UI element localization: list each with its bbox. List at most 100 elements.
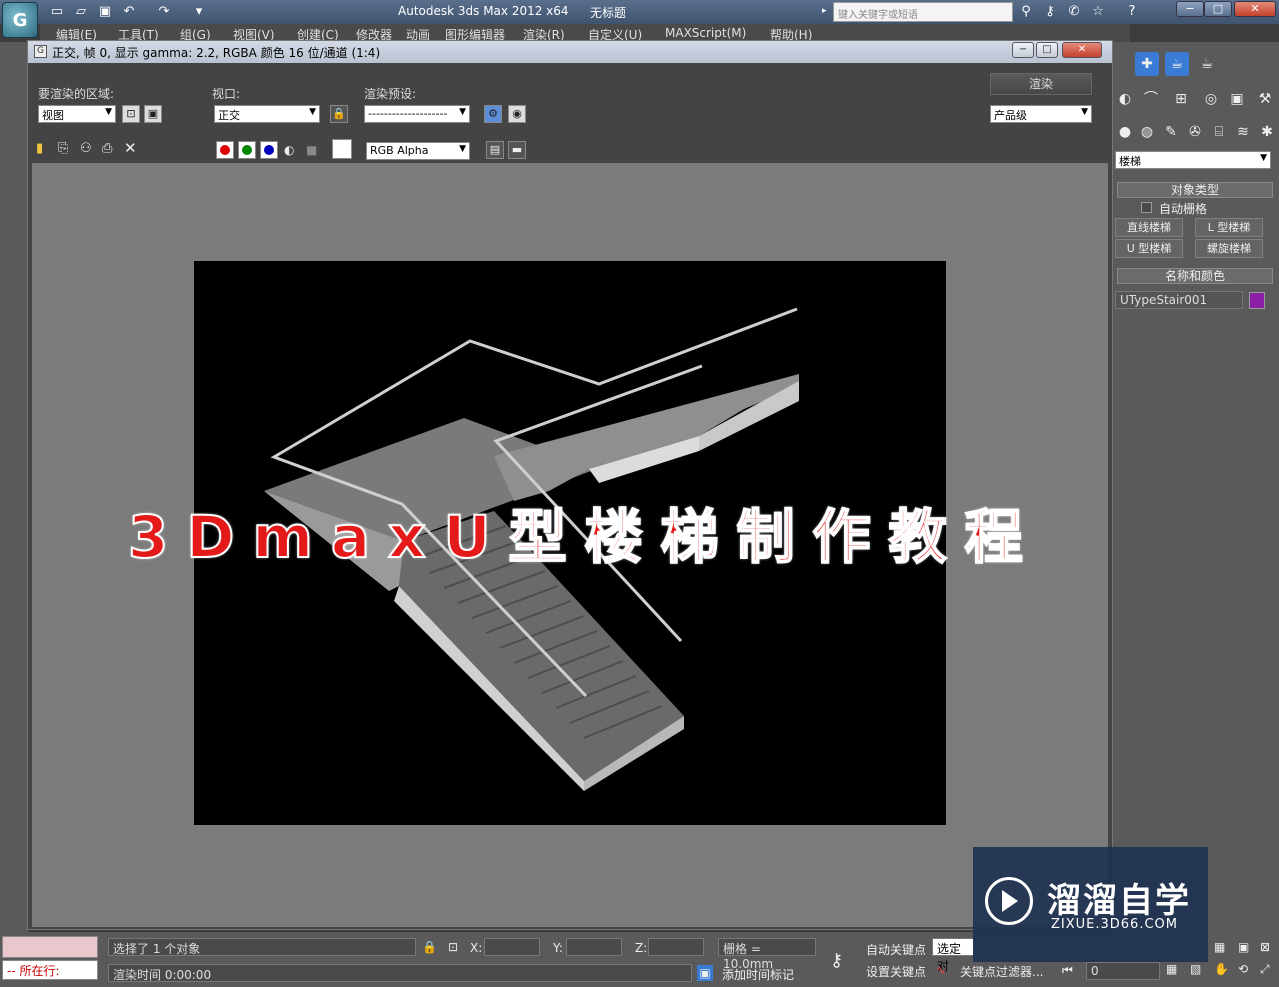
undo-icon[interactable]: ↶ (120, 3, 138, 20)
maxscript-listener-box[interactable] (2, 936, 98, 958)
open-file-icon[interactable]: ▱ (72, 3, 90, 20)
search-input[interactable]: 键入关键字或短语 (833, 2, 1013, 22)
zoom-region-icon[interactable]: ▦ (1214, 940, 1225, 954)
communication-icon[interactable]: ✆ (1064, 2, 1084, 22)
lights-icon[interactable]: ✎ (1159, 120, 1183, 144)
modify-curve-icon[interactable]: ⌒ (1139, 87, 1163, 111)
channel-display-value: RGB Alpha (370, 144, 429, 157)
render-window-minimize-button[interactable]: − (1012, 42, 1034, 58)
key-icon[interactable]: ⚷ (830, 950, 843, 971)
render-setup-icon[interactable]: ⚙ (484, 105, 502, 123)
auto-grid-checkbox[interactable] (1141, 202, 1152, 213)
key-filters-button[interactable]: 关键点过滤器... (960, 963, 1043, 980)
area-to-render-dropdown[interactable]: 视图 ▼ (38, 105, 116, 123)
app-logo-button[interactable]: G (2, 2, 38, 38)
create-tab-icon[interactable]: ✚ (1135, 52, 1159, 76)
helpers-icon[interactable]: ⌸ (1207, 120, 1231, 144)
edit-region-icon[interactable]: ⊡ (122, 105, 140, 123)
render-window-close-button[interactable]: ✕ (1062, 42, 1102, 58)
copy-image-icon[interactable]: ⎘ (58, 141, 68, 156)
time-tag-icon[interactable]: ▣ (697, 965, 713, 981)
viewport-value: 正交 (218, 109, 240, 122)
category-dropdown[interactable]: 楼梯 ▼ (1115, 151, 1271, 169)
add-time-tag-button[interactable]: 添加时间标记 (722, 966, 794, 983)
lock-icon[interactable]: 🔒 (330, 105, 348, 123)
favorites-star-icon[interactable]: ☆ (1088, 2, 1108, 22)
help-icon[interactable]: ? (1122, 2, 1142, 22)
orbit-icon[interactable]: ⟲ (1238, 962, 1248, 976)
go-to-start-icon[interactable]: ⏮ (1062, 963, 1073, 978)
close-button[interactable]: ✕ (1234, 1, 1276, 17)
field-of-view-icon[interactable]: ⊠ (1260, 940, 1270, 954)
viewport-dropdown[interactable]: 正交 ▼ (214, 105, 320, 123)
y-coordinate-input[interactable] (566, 938, 622, 956)
spiral-stair-button[interactable]: 螺旋楼梯 (1195, 239, 1263, 258)
curve-icon[interactable]: ∿ (936, 963, 946, 977)
absolute-mode-icon[interactable]: ⊡ (448, 940, 458, 954)
zoom-extents-icon[interactable]: ▧ (1190, 962, 1201, 976)
l-type-stair-button[interactable]: L 型楼梯 (1195, 218, 1263, 237)
blue-channel-toggle[interactable] (260, 141, 278, 159)
zoom-all-icon[interactable]: ▣ (1238, 940, 1249, 954)
object-color-swatch[interactable] (1249, 292, 1265, 309)
toggle-ui-icon[interactable]: ▬ (508, 141, 526, 159)
new-file-icon[interactable]: ▭ (48, 3, 66, 20)
object-type-rollout[interactable]: 对象类型 (1117, 182, 1273, 198)
x-coordinate-input[interactable] (484, 938, 540, 956)
subscription-icon[interactable]: ⚷ (1040, 2, 1060, 22)
render-preset-label: 渲染预设: (364, 87, 417, 101)
minimize-button[interactable]: − (1176, 1, 1204, 17)
color-swatch[interactable] (332, 139, 352, 159)
monochrome-icon[interactable]: ■ (306, 143, 317, 157)
selection-lock-icon[interactable]: 🔒 (422, 940, 437, 954)
customize-dropdown-icon[interactable]: ▾ (190, 3, 208, 20)
alpha-toggle-icon[interactable]: ◐ (284, 143, 294, 157)
hierarchy-icon[interactable]: ⊞ (1169, 87, 1193, 111)
straight-stair-button[interactable]: 直线楼梯 (1115, 218, 1183, 237)
environment-icon[interactable]: ◉ (508, 105, 526, 123)
cameras-icon[interactable]: ✇ (1183, 120, 1207, 144)
object-name-input[interactable]: UTypeStair001 (1115, 291, 1243, 309)
channel-display-dropdown[interactable]: RGB Alpha ▼ (366, 142, 470, 160)
render-quality-dropdown[interactable]: 产品级 ▼ (990, 105, 1092, 123)
display-icon[interactable]: ▣ (1225, 87, 1249, 111)
key-selection-dropdown[interactable]: 选定对 (932, 938, 974, 973)
render-preset-dropdown[interactable]: -------------------- ▼ (364, 105, 470, 123)
auto-region-icon[interactable]: ▣ (144, 105, 162, 123)
green-channel-dot (242, 145, 252, 155)
pan-hand-icon[interactable]: ✋ (1214, 962, 1229, 976)
clear-icon[interactable]: ✕ (124, 139, 137, 157)
toggle-ui-overlay-icon[interactable]: ▤ (486, 141, 504, 159)
binoculars-icon[interactable]: ⚲ (1016, 2, 1036, 22)
current-frame-input[interactable]: 0 (1086, 962, 1160, 980)
shapes-icon[interactable]: ◍ (1135, 120, 1159, 144)
spacewarps-icon[interactable]: ≋ (1231, 120, 1255, 144)
name-color-rollout[interactable]: 名称和颜色 (1117, 268, 1273, 284)
time-config-icon[interactable]: ▦ (1166, 962, 1177, 976)
redo-icon[interactable]: ↷ (155, 3, 173, 20)
save-icon[interactable]: ▣ (96, 3, 114, 20)
print-icon[interactable]: ⎙ (102, 141, 112, 156)
search-expand-icon[interactable]: ▸ (822, 6, 827, 16)
menu-maxscript[interactable]: MAXScript(M) (665, 26, 746, 40)
utilities-hammer-icon[interactable]: ⚒ (1253, 87, 1277, 111)
render-window-maximize-button[interactable]: □ (1036, 42, 1058, 58)
maxscript-mini-listener[interactable]: -- 所在行: (2, 960, 98, 980)
motion-icon[interactable]: ◎ (1199, 87, 1223, 111)
maximize-button[interactable]: □ (1204, 1, 1232, 17)
geometry-icon[interactable]: ◐ (1113, 87, 1137, 111)
maximize-viewport-icon[interactable]: ⤢ (1260, 962, 1270, 977)
systems-icon[interactable]: ✱ (1255, 120, 1279, 144)
red-channel-toggle[interactable] (216, 141, 234, 159)
teapot-modify-icon[interactable]: ☕ (1195, 52, 1219, 76)
teapot-icon[interactable]: ☕ (1165, 52, 1189, 76)
geometry-sphere-icon[interactable]: ● (1113, 120, 1137, 144)
auto-key-button[interactable]: 自动关键点 (866, 941, 926, 958)
set-key-button[interactable]: 设置关键点 (866, 963, 926, 980)
green-channel-toggle[interactable] (238, 141, 256, 159)
render-button[interactable]: 渲染 (990, 73, 1092, 95)
z-coordinate-input[interactable] (648, 938, 704, 956)
u-type-stair-button[interactable]: U 型楼梯 (1115, 239, 1183, 258)
clone-window-icon[interactable]: ⚇ (80, 141, 92, 156)
save-image-icon[interactable]: ▮ (36, 141, 43, 156)
